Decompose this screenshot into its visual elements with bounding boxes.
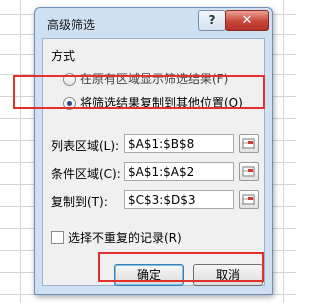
range-select-icon (242, 194, 255, 205)
criteria-range-input[interactable] (124, 162, 234, 181)
method-heading: 方式 (51, 49, 76, 63)
list-range-ref-button[interactable] (239, 134, 259, 153)
copy-to-input[interactable] (124, 190, 234, 209)
grid-line (283, 0, 284, 303)
radio-copy-to-other[interactable] (63, 97, 76, 110)
title-bar[interactable]: 高级筛选 ? ✕ (35, 8, 272, 38)
radio-copy-to-other-label[interactable]: 将筛选结果复制到其他位置(O) (80, 94, 243, 111)
range-select-icon (242, 138, 255, 149)
help-button[interactable]: ? (198, 10, 226, 31)
dialog-title: 高级筛选 (47, 18, 96, 32)
highlight-buttons (98, 252, 264, 282)
grid-line (20, 0, 21, 303)
radio-in-place-label[interactable]: 在原有区域显示筛选结果(F) (80, 70, 228, 87)
unique-records-checkbox[interactable] (51, 231, 64, 244)
list-range-label: 列表区域(L): (51, 139, 120, 153)
dialog-body: 方式 在原有区域显示筛选结果(F) 将筛选结果复制到其他位置(O) 列表区域(L… (42, 38, 265, 286)
list-range-input[interactable] (124, 134, 234, 153)
unique-records-label[interactable]: 选择不重复的记录(R) (68, 229, 182, 246)
criteria-range-ref-button[interactable] (239, 162, 259, 181)
copy-to-label: 复制到(T): (51, 195, 108, 209)
radio-in-place[interactable] (63, 73, 76, 86)
range-select-icon (242, 166, 255, 177)
criteria-range-label: 条件区域(C): (51, 167, 121, 181)
close-button[interactable]: ✕ (225, 10, 269, 31)
copy-to-ref-button[interactable] (239, 190, 259, 209)
